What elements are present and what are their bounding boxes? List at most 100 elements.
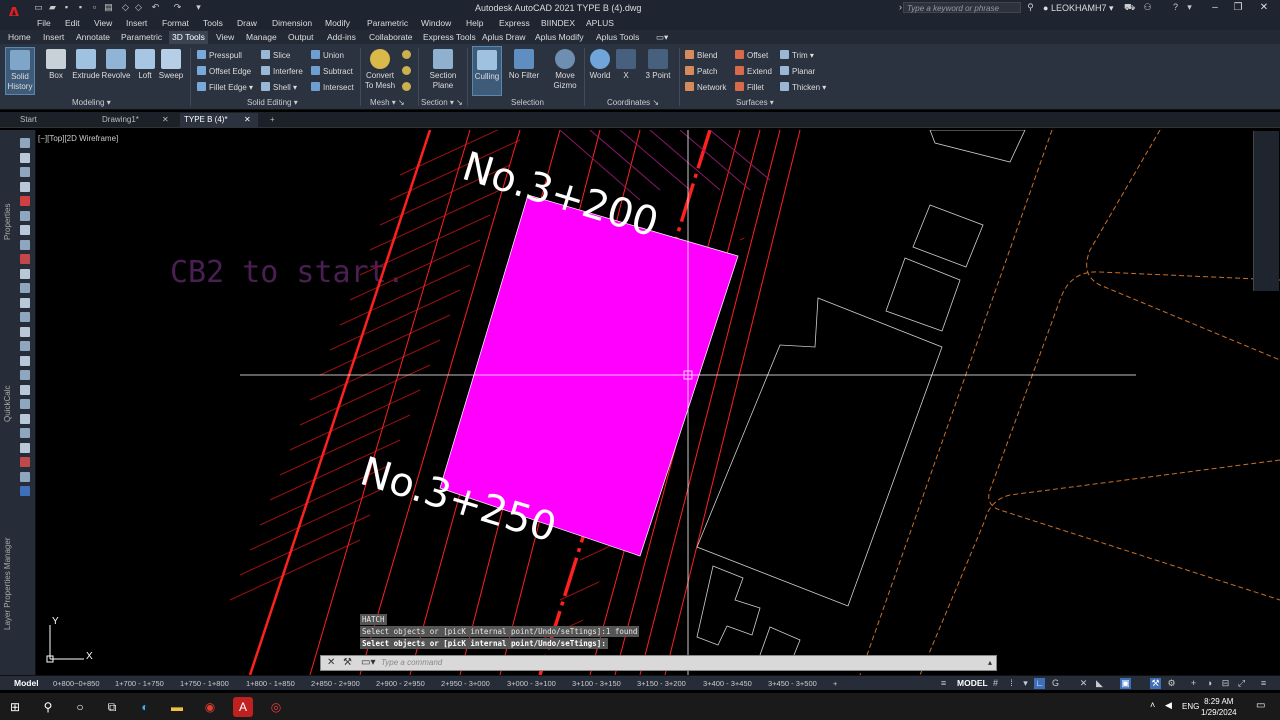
sweep-button[interactable]: Sweep bbox=[157, 49, 185, 81]
blend-button[interactable]: Blend bbox=[685, 50, 717, 61]
layout-tab[interactable]: 2+950 - 3+000 bbox=[441, 677, 490, 690]
group-surfaces[interactable]: Surfaces ▾ bbox=[736, 98, 774, 107]
menu-parametric[interactable]: Parametric bbox=[367, 18, 408, 28]
palette-icon[interactable] bbox=[20, 283, 30, 293]
open-icon[interactable]: ▰ bbox=[47, 2, 58, 13]
palette-icon[interactable] bbox=[20, 399, 30, 409]
menu-express[interactable]: Express bbox=[499, 18, 530, 28]
annotation-scale-icon[interactable]: ⚒ bbox=[1150, 678, 1161, 689]
layout-tab[interactable]: 2+850 - 2+900 bbox=[311, 677, 360, 690]
share-icon-2[interactable]: ◇ bbox=[133, 2, 144, 13]
new-tab-button[interactable]: + bbox=[266, 113, 280, 127]
world-ucs-button[interactable]: World bbox=[588, 49, 612, 81]
customize-icon[interactable]: ≡ bbox=[1258, 678, 1269, 689]
palette-icon[interactable] bbox=[20, 486, 30, 496]
group-mesh[interactable]: Mesh ▾ ↘ bbox=[370, 98, 405, 107]
layout-tab[interactable]: 3+400 - 3+450 bbox=[703, 677, 752, 690]
layout-tab[interactable]: 1+800 - 1+850 bbox=[246, 677, 295, 690]
file-explorer-icon[interactable]: ▬ bbox=[167, 697, 187, 717]
menu-insert[interactable]: Insert bbox=[126, 18, 147, 28]
quickcalc-palette-label[interactable]: QuickCalc bbox=[3, 386, 12, 422]
task-view-icon[interactable]: ⧉ bbox=[102, 697, 122, 717]
layout-tab[interactable]: 3+100 - 3+150 bbox=[572, 677, 621, 690]
grid-icon[interactable]: # bbox=[990, 678, 1001, 689]
command-prompt-icon[interactable]: ▭▾ bbox=[361, 657, 375, 668]
tab-aplus-draw[interactable]: Aplus Draw bbox=[479, 31, 528, 44]
palette-icon[interactable] bbox=[20, 341, 30, 351]
palette-icon[interactable] bbox=[20, 211, 30, 221]
plot-icon[interactable]: ▤ bbox=[103, 2, 114, 13]
offset-edge-button[interactable]: Offset Edge bbox=[197, 66, 251, 77]
layer-manager-palette-label[interactable]: Layer Properties Manager bbox=[3, 538, 12, 631]
drawing-canvas[interactable]: CB2 to start. No.3+200 No.3+250 Y X bbox=[37, 130, 1280, 675]
three-point-ucs-button[interactable]: 3 Point bbox=[643, 49, 673, 81]
palette-icon[interactable] bbox=[20, 167, 30, 177]
patch-button[interactable]: Patch bbox=[685, 66, 717, 77]
fullscreen-icon[interactable]: ⤢ bbox=[1236, 678, 1247, 689]
menu-aplus[interactable]: APLUS bbox=[586, 18, 614, 28]
menu-biindex[interactable]: BIINDEX bbox=[541, 18, 575, 28]
mesh-tool-1[interactable] bbox=[402, 50, 414, 61]
network-button[interactable]: Network bbox=[685, 82, 726, 93]
palette-icon[interactable] bbox=[20, 182, 30, 192]
share-icon[interactable]: ◇ bbox=[120, 2, 131, 13]
menu-modify[interactable]: Modify bbox=[325, 18, 350, 28]
menu-window[interactable]: Window bbox=[421, 18, 451, 28]
minimize-button[interactable]: – bbox=[1209, 2, 1221, 14]
tab-view[interactable]: View bbox=[213, 31, 237, 44]
search-icon[interactable]: ⚲ bbox=[38, 697, 58, 717]
extrude-button[interactable]: Extrude bbox=[71, 49, 101, 81]
language-indicator[interactable]: ENG bbox=[1182, 702, 1199, 711]
new-icon[interactable]: ▭ bbox=[33, 2, 44, 13]
interfere-button[interactable]: Interfere bbox=[261, 66, 303, 77]
lineweight-icon[interactable]: ◣ bbox=[1094, 678, 1105, 689]
loft-button[interactable]: Loft bbox=[134, 49, 156, 81]
palette-icon[interactable] bbox=[20, 254, 30, 264]
palette-icon[interactable] bbox=[20, 472, 30, 482]
palette-icon[interactable] bbox=[20, 153, 30, 163]
group-solid-editing[interactable]: Solid Editing ▾ bbox=[247, 98, 298, 107]
menu-view[interactable]: View bbox=[94, 18, 112, 28]
navigation-bar[interactable] bbox=[1253, 131, 1279, 291]
no-filter-button[interactable]: No Filter bbox=[507, 49, 541, 81]
menu-lines-icon[interactable]: ≡ bbox=[938, 678, 949, 689]
help-icon[interactable]: ? bbox=[1170, 2, 1181, 13]
extend-button[interactable]: Extend bbox=[735, 66, 772, 77]
thicken-button[interactable]: Thicken ▾ bbox=[780, 82, 826, 93]
menu-help[interactable]: Help bbox=[466, 18, 483, 28]
redo-icon[interactable]: ↷ bbox=[172, 2, 183, 13]
box-button[interactable]: Box bbox=[44, 49, 68, 81]
culling-button[interactable]: Culling bbox=[472, 46, 502, 96]
cart-icon[interactable]: ⛟ bbox=[1124, 2, 1135, 13]
group-coordinates[interactable]: Coordinates ↘ bbox=[607, 98, 659, 107]
presspull-button[interactable]: Presspull bbox=[197, 50, 242, 61]
user-account[interactable]: ● LEOKHAMH7 ▾ bbox=[1043, 3, 1114, 14]
properties-palette-label[interactable]: Properties bbox=[3, 204, 12, 240]
web-icon[interactable]: ▫ bbox=[89, 2, 100, 13]
snap-icon[interactable]: ⁞ bbox=[1006, 678, 1017, 689]
fillet-surface-button[interactable]: Fillet bbox=[735, 82, 764, 93]
solid-history-button[interactable]: Solid History bbox=[5, 47, 35, 95]
notification-icon[interactable]: ▭ bbox=[1256, 700, 1265, 711]
mesh-tool-2[interactable] bbox=[402, 66, 414, 77]
convert-to-mesh-button[interactable]: Convert To Mesh bbox=[364, 49, 396, 91]
command-input[interactable]: Type a command bbox=[381, 658, 442, 667]
isolate-icon[interactable]: ◑ bbox=[1204, 678, 1215, 689]
tab-aplus-modify[interactable]: Aplus Modify bbox=[532, 31, 587, 44]
section-plane-button[interactable]: Section Plane bbox=[426, 49, 460, 91]
tab-3d-tools[interactable]: 3D Tools bbox=[169, 31, 208, 44]
close-icon[interactable]: ✕ bbox=[244, 113, 251, 127]
fillet-edge-button[interactable]: Fillet Edge ▾ bbox=[197, 82, 253, 93]
chrome-icon[interactable]: ◉ bbox=[200, 697, 220, 717]
mesh-tool-3[interactable] bbox=[402, 82, 414, 93]
hardware-accel-icon[interactable]: ⊟ bbox=[1220, 678, 1231, 689]
volume-icon[interactable]: ◀ bbox=[1165, 700, 1172, 711]
shell-button[interactable]: Shell ▾ bbox=[261, 82, 297, 93]
polar-icon[interactable]: G bbox=[1050, 678, 1061, 689]
ortho-icon[interactable]: ∟ bbox=[1034, 678, 1045, 689]
command-history-toggle-icon[interactable]: ▴ bbox=[988, 658, 992, 667]
palette-icon[interactable] bbox=[20, 240, 30, 250]
tab-output[interactable]: Output bbox=[285, 31, 317, 44]
palette-icon[interactable] bbox=[20, 269, 30, 279]
layout-tab-model[interactable]: Model bbox=[14, 677, 39, 690]
